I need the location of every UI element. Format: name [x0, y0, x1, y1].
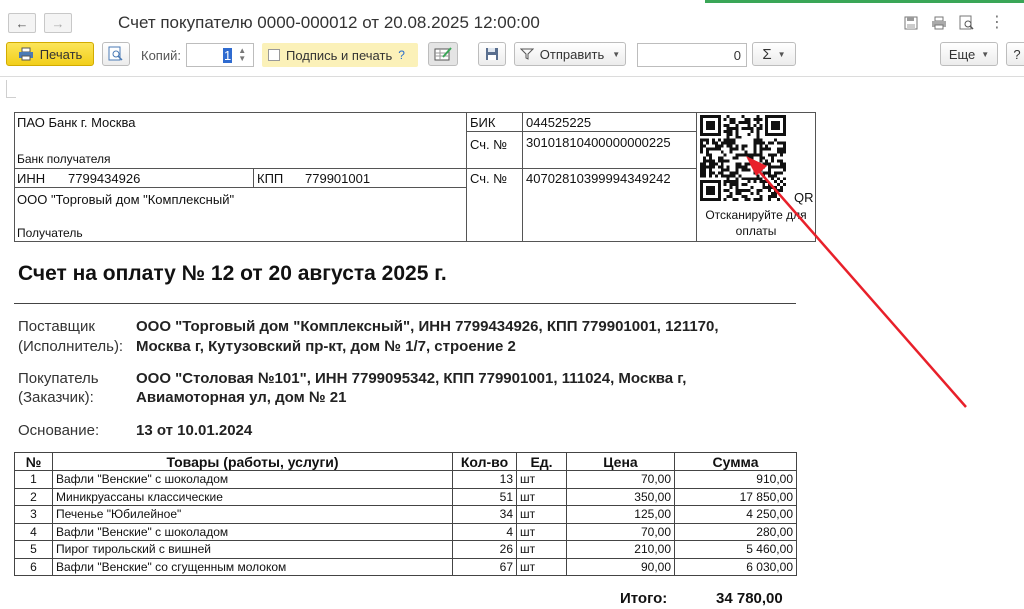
inn-value: 7799434926: [68, 171, 141, 186]
buyer-label-2: (Заказчик):: [18, 389, 94, 406]
row-unit: шт: [516, 470, 567, 489]
bik-value: 044525225: [526, 115, 592, 130]
recipient-name: ООО "Торговый дом "Комплексный": [17, 192, 235, 207]
row-number: 3: [14, 505, 53, 524]
row-sum: 910,00: [674, 470, 797, 489]
invoice-document: ПАО Банк г. Москва Банк получателя БИК 0…: [0, 0, 1024, 609]
row-price: 70,00: [566, 522, 675, 541]
supplier-label-2: (Исполнитель):: [18, 338, 124, 355]
corr-value: 30101810400000000225: [526, 135, 671, 150]
supplier-label-1: Поставщик: [18, 318, 95, 335]
table-row: 4 Вафли "Венские" с шоколадом 4 шт 70,00…: [14, 522, 797, 541]
acc-value: 40702810399994349242: [526, 171, 671, 186]
table-header-row: № Товары (работы, услуги) Кол-во Ед. Цен…: [14, 452, 797, 471]
row-sum: 280,00: [674, 522, 797, 541]
row-goods: Пирог тирольский с вишней: [52, 540, 453, 559]
row-sum: 6 030,00: [674, 557, 797, 576]
supplier-value-2: Москва г, Кутузовский пр-кт, дом № 1/7, …: [136, 338, 516, 355]
row-price: 125,00: [566, 505, 675, 524]
kpp-value: 779901001: [305, 171, 371, 186]
col-header-unit: Ед.: [516, 452, 567, 471]
row-goods: Вафли "Венские" с шоколадом: [52, 470, 453, 489]
total-label: Итого:: [620, 590, 668, 607]
row-goods: Вафли "Венские" со сгущенным молоком: [52, 557, 453, 576]
row-qty: 13: [452, 470, 517, 489]
bank-caption: Банк получателя: [17, 152, 111, 166]
row-unit: шт: [516, 557, 567, 576]
col-header-qty: Кол-во: [452, 452, 517, 471]
kpp-label: КПП: [257, 171, 284, 186]
table-row: 2 Миникруассаны классические 51 шт 350,0…: [14, 487, 797, 506]
row-qty: 51: [452, 487, 517, 506]
col-header-goods: Товары (работы, услуги): [52, 452, 453, 471]
row-price: 70,00: [566, 470, 675, 489]
basis-value: 13 от 10.01.2024: [136, 422, 253, 439]
qr-tag: QR: [794, 190, 814, 205]
table-row: 3 Печенье "Юбилейное" 34 шт 125,00 4 250…: [14, 505, 797, 524]
col-header-price: Цена: [566, 452, 675, 471]
row-sum: 5 460,00: [674, 540, 797, 559]
row-unit: шт: [516, 540, 567, 559]
table-row: 1 Вафли "Венские" с шоколадом 13 шт 70,0…: [14, 470, 797, 489]
row-unit: шт: [516, 505, 567, 524]
supplier-value-1: ООО "Торговый дом "Комплексный", ИНН 779…: [136, 318, 719, 335]
row-qty: 4: [452, 522, 517, 541]
row-price: 90,00: [566, 557, 675, 576]
recipient-caption: Получатель: [17, 226, 83, 240]
row-qty: 34: [452, 505, 517, 524]
row-price: 350,00: [566, 487, 675, 506]
col-header-number: №: [14, 452, 53, 471]
row-goods: Печенье "Юбилейное": [52, 505, 453, 524]
buyer-label-1: Покупатель: [18, 370, 99, 387]
invoice-heading: Счет на оплату № 12 от 20 августа 2025 г…: [18, 262, 447, 285]
row-qty: 67: [452, 557, 517, 576]
row-sum: 17 850,00: [674, 487, 797, 506]
bik-label: БИК: [470, 115, 496, 130]
corr-label: Сч. №: [470, 137, 508, 152]
row-qty: 26: [452, 540, 517, 559]
items-table: № Товары (работы, услуги) Кол-во Ед. Цен…: [14, 452, 797, 576]
buyer-value-2: Авиамоторная ул, дом № 21: [136, 389, 347, 406]
qr-caption-1: Отсканируйте для: [705, 208, 807, 222]
heading-rule: [14, 303, 796, 304]
inn-label: ИНН: [17, 171, 46, 186]
bank-name: ПАО Банк г. Москва: [17, 115, 136, 130]
basis-label: Основание:: [18, 422, 100, 439]
row-number: 5: [14, 540, 53, 559]
row-number: 4: [14, 522, 53, 541]
row-goods: Миникруассаны классические: [52, 487, 453, 506]
qr-code: [700, 115, 786, 201]
row-unit: шт: [516, 487, 567, 506]
row-number: 6: [14, 557, 53, 576]
table-row: 5 Пирог тирольский с вишней 26 шт 210,00…: [14, 540, 797, 559]
row-sum: 4 250,00: [674, 505, 797, 524]
col-header-sum: Сумма: [674, 452, 797, 471]
row-unit: шт: [516, 522, 567, 541]
table-row: 6 Вафли "Венские" со сгущенным молоком 6…: [14, 557, 797, 576]
row-goods: Вафли "Венские" с шоколадом: [52, 522, 453, 541]
buyer-value-1: ООО "Столовая №101", ИНН 7799095342, КПП…: [136, 370, 687, 387]
qr-caption-2: оплаты: [735, 224, 777, 238]
total-value: 34 780,00: [716, 590, 783, 607]
row-number: 2: [14, 487, 53, 506]
row-price: 210,00: [566, 540, 675, 559]
row-number: 1: [14, 470, 53, 489]
acc-label: Сч. №: [470, 171, 508, 186]
